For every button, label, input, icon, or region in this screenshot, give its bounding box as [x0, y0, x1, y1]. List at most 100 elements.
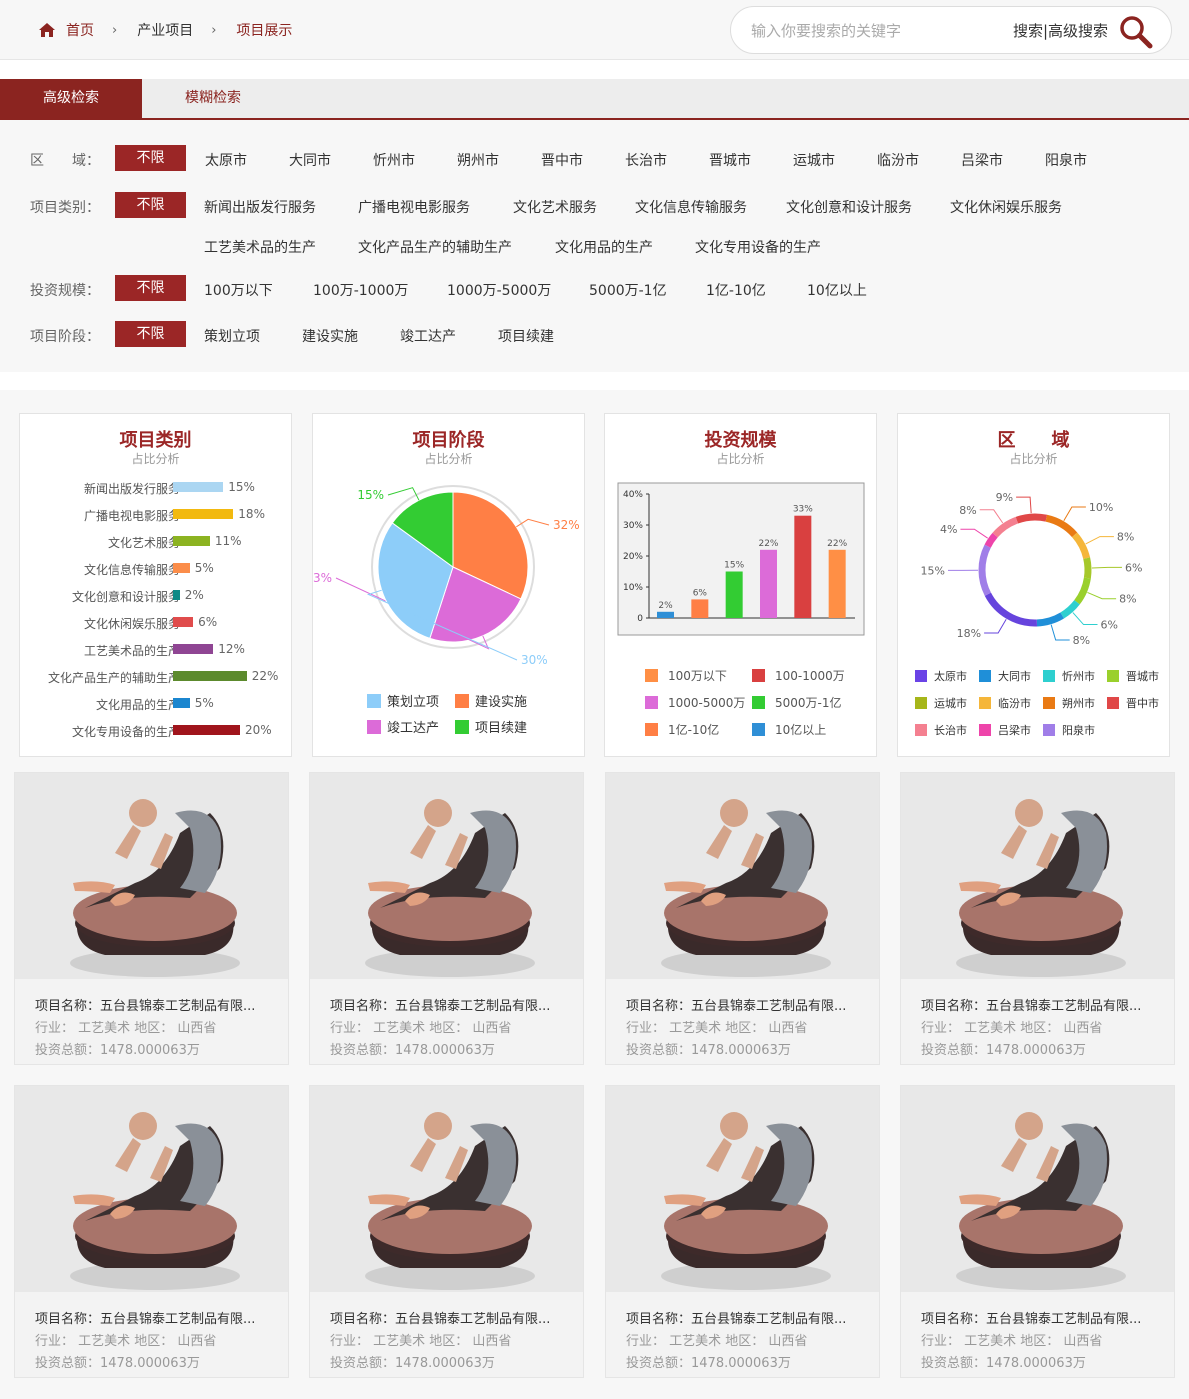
filter-scale-all-button[interactable]: 不限 [115, 275, 186, 301]
project-meta: 行业： 工艺美术 地区： 山西省 [330, 1021, 512, 1036]
filter-option-region[interactable]: 长治市 [625, 150, 667, 170]
project-name[interactable]: 项目名称：五台县锦泰工艺制品有限... [626, 995, 846, 1014]
project-image[interactable] [15, 1086, 288, 1292]
legend-item[interactable]: 运城市 [915, 695, 967, 711]
filter-option-region[interactable]: 晋中市 [541, 150, 583, 170]
filter-option-stage[interactable]: 建设实施 [302, 326, 358, 346]
project-name[interactable]: 项目名称：五台县锦泰工艺制品有限... [35, 995, 255, 1014]
filter-option-category[interactable]: 文化艺术服务 [513, 197, 597, 217]
legend-item[interactable]: 忻州市 [1043, 668, 1095, 684]
project-image[interactable] [15, 773, 288, 979]
breadcrumb-home-link[interactable]: 首页 [66, 20, 94, 40]
legend-label: 100-1000万 [775, 669, 845, 683]
tab-fuzzy-search[interactable]: 模糊检索 [142, 79, 284, 118]
category-bar [173, 617, 194, 627]
legend-item[interactable]: 竣工达产 [367, 717, 439, 736]
legend-item[interactable]: 项目续建 [455, 717, 527, 736]
project-name[interactable]: 项目名称：五台县锦泰工艺制品有限... [921, 995, 1141, 1014]
chart-title: 投资规模 [704, 430, 777, 451]
filter-option-region[interactable]: 临汾市 [877, 150, 919, 170]
category-bar-label: 文化艺术服务 [107, 536, 180, 550]
filter-option-stage[interactable]: 项目续建 [498, 326, 554, 346]
legend-item[interactable]: 晋城市 [1107, 668, 1159, 684]
project-investment: 投资总额：1478.000063万 [330, 1356, 495, 1371]
legend-item[interactable]: 100万以下 [645, 667, 727, 684]
filter-option-stage[interactable]: 竣工达产 [400, 326, 456, 346]
project-image[interactable] [310, 773, 583, 979]
filter-option-region[interactable]: 太原市 [205, 150, 247, 170]
project-image[interactable] [606, 773, 879, 979]
filter-option-region[interactable]: 朔州市 [457, 150, 499, 170]
filter-option-category[interactable]: 新闻出版发行服务 [204, 197, 316, 217]
legend-item[interactable]: 朔州市 [1043, 695, 1095, 711]
legend-item[interactable]: 策划立项 [367, 691, 439, 710]
tab-advanced-search[interactable]: 高级检索 [0, 79, 142, 118]
search-input[interactable] [751, 20, 1001, 42]
filter-option-scale[interactable]: 1亿-10亿 [706, 280, 766, 300]
filter-option-category[interactable]: 文化用品的生产 [555, 237, 653, 257]
home-icon[interactable] [38, 22, 56, 38]
filter-option-scale[interactable]: 100万-1000万 [313, 280, 408, 300]
filter-option-region[interactable]: 阳泉市 [1045, 150, 1087, 170]
filter-region-all-button[interactable]: 不限 [115, 145, 186, 171]
legend-item[interactable]: 5000万-1亿 [752, 694, 842, 711]
category-bar-label: 文化休闲娱乐服务 [83, 617, 180, 631]
legend-item[interactable]: 1亿-10亿 [645, 721, 719, 738]
filter-option-category[interactable]: 文化产品生产的辅助生产 [358, 237, 512, 257]
project-image[interactable] [310, 1086, 583, 1292]
filter-option-scale[interactable]: 100万以下 [204, 280, 273, 300]
filter-category-all-button[interactable]: 不限 [115, 192, 186, 218]
legend-item[interactable]: 阳泉市 [1043, 722, 1095, 738]
project-image[interactable] [901, 773, 1174, 979]
filter-option-category[interactable]: 文化专用设备的生产 [695, 237, 821, 257]
project-card[interactable]: 项目名称：五台县锦泰工艺制品有限... 行业： 工艺美术 地区： 山西省 投资总… [309, 1085, 584, 1378]
filter-option-category[interactable]: 广播电视电影服务 [358, 197, 470, 217]
scale-bar-value: 33% [793, 505, 813, 515]
project-card[interactable]: 项目名称：五台县锦泰工艺制品有限... 行业： 工艺美术 地区： 山西省 投资总… [14, 772, 289, 1065]
legend-item[interactable]: 晋中市 [1107, 695, 1159, 711]
legend-item[interactable]: 100-1000万 [752, 667, 845, 684]
project-card[interactable]: 项目名称：五台县锦泰工艺制品有限... 行业： 工艺美术 地区： 山西省 投资总… [14, 1085, 289, 1378]
breadcrumb-industry-link[interactable]: 产业项目 [137, 20, 193, 40]
project-card[interactable]: 项目名称：五台县锦泰工艺制品有限... 行业： 工艺美术 地区： 山西省 投资总… [900, 772, 1175, 1065]
project-image[interactable] [606, 1086, 879, 1292]
project-image[interactable] [901, 1086, 1174, 1292]
project-name[interactable]: 项目名称：五台县锦泰工艺制品有限... [626, 1308, 846, 1327]
search-button[interactable]: 搜索|高级搜索 [1013, 20, 1108, 41]
filter-option-stage[interactable]: 策划立项 [204, 326, 260, 346]
filter-option-region[interactable]: 吕梁市 [961, 150, 1003, 170]
filter-option-category[interactable]: 文化休闲娱乐服务 [950, 197, 1062, 217]
filter-option-scale[interactable]: 1000万-5000万 [447, 280, 551, 300]
project-card[interactable]: 项目名称：五台县锦泰工艺制品有限... 行业： 工艺美术 地区： 山西省 投资总… [900, 1085, 1175, 1378]
project-name[interactable]: 项目名称：五台县锦泰工艺制品有限... [921, 1308, 1141, 1327]
project-name[interactable]: 项目名称：五台县锦泰工艺制品有限... [35, 1308, 255, 1327]
legend-item[interactable]: 1000-5000万 [645, 694, 745, 711]
legend-item[interactable]: 临汾市 [979, 695, 1031, 711]
filter-option-scale[interactable]: 5000万-1亿 [589, 280, 667, 300]
filter-option-region[interactable]: 晋城市 [709, 150, 751, 170]
filter-option-region[interactable]: 大同市 [289, 150, 331, 170]
filter-option-region[interactable]: 运城市 [793, 150, 835, 170]
filter-option-scale[interactable]: 10亿以上 [807, 280, 867, 300]
filter-option-category[interactable]: 文化创意和设计服务 [786, 197, 912, 217]
legend-item[interactable]: 建设实施 [455, 691, 527, 710]
filter-option-category[interactable]: 文化信息传输服务 [635, 197, 747, 217]
legend-item[interactable]: 大同市 [979, 668, 1031, 684]
legend-label: 策划立项 [387, 695, 440, 710]
legend-item[interactable]: 10亿以上 [752, 721, 826, 738]
project-name[interactable]: 项目名称：五台县锦泰工艺制品有限... [330, 1308, 550, 1327]
legend-item[interactable]: 长治市 [915, 722, 967, 738]
project-card[interactable]: 项目名称：五台县锦泰工艺制品有限... 行业： 工艺美术 地区： 山西省 投资总… [309, 772, 584, 1065]
project-card[interactable]: 项目名称：五台县锦泰工艺制品有限... 行业： 工艺美术 地区： 山西省 投资总… [605, 1085, 880, 1378]
search-icon[interactable] [1119, 15, 1153, 49]
filter-option-region[interactable]: 忻州市 [373, 150, 415, 170]
legend-item[interactable]: 吕梁市 [979, 722, 1031, 738]
project-name[interactable]: 项目名称：五台县锦泰工艺制品有限... [330, 995, 550, 1014]
legend-item[interactable]: 太原市 [915, 668, 967, 684]
category-bar-value: 11% [214, 534, 242, 548]
filter-option-category[interactable]: 工艺美术品的生产 [204, 237, 316, 257]
donut-label-line [1063, 506, 1086, 522]
project-card[interactable]: 项目名称：五台县锦泰工艺制品有限... 行业： 工艺美术 地区： 山西省 投资总… [605, 772, 880, 1065]
legend-label: 建设实施 [475, 695, 528, 710]
filter-stage-all-button[interactable]: 不限 [115, 321, 186, 347]
